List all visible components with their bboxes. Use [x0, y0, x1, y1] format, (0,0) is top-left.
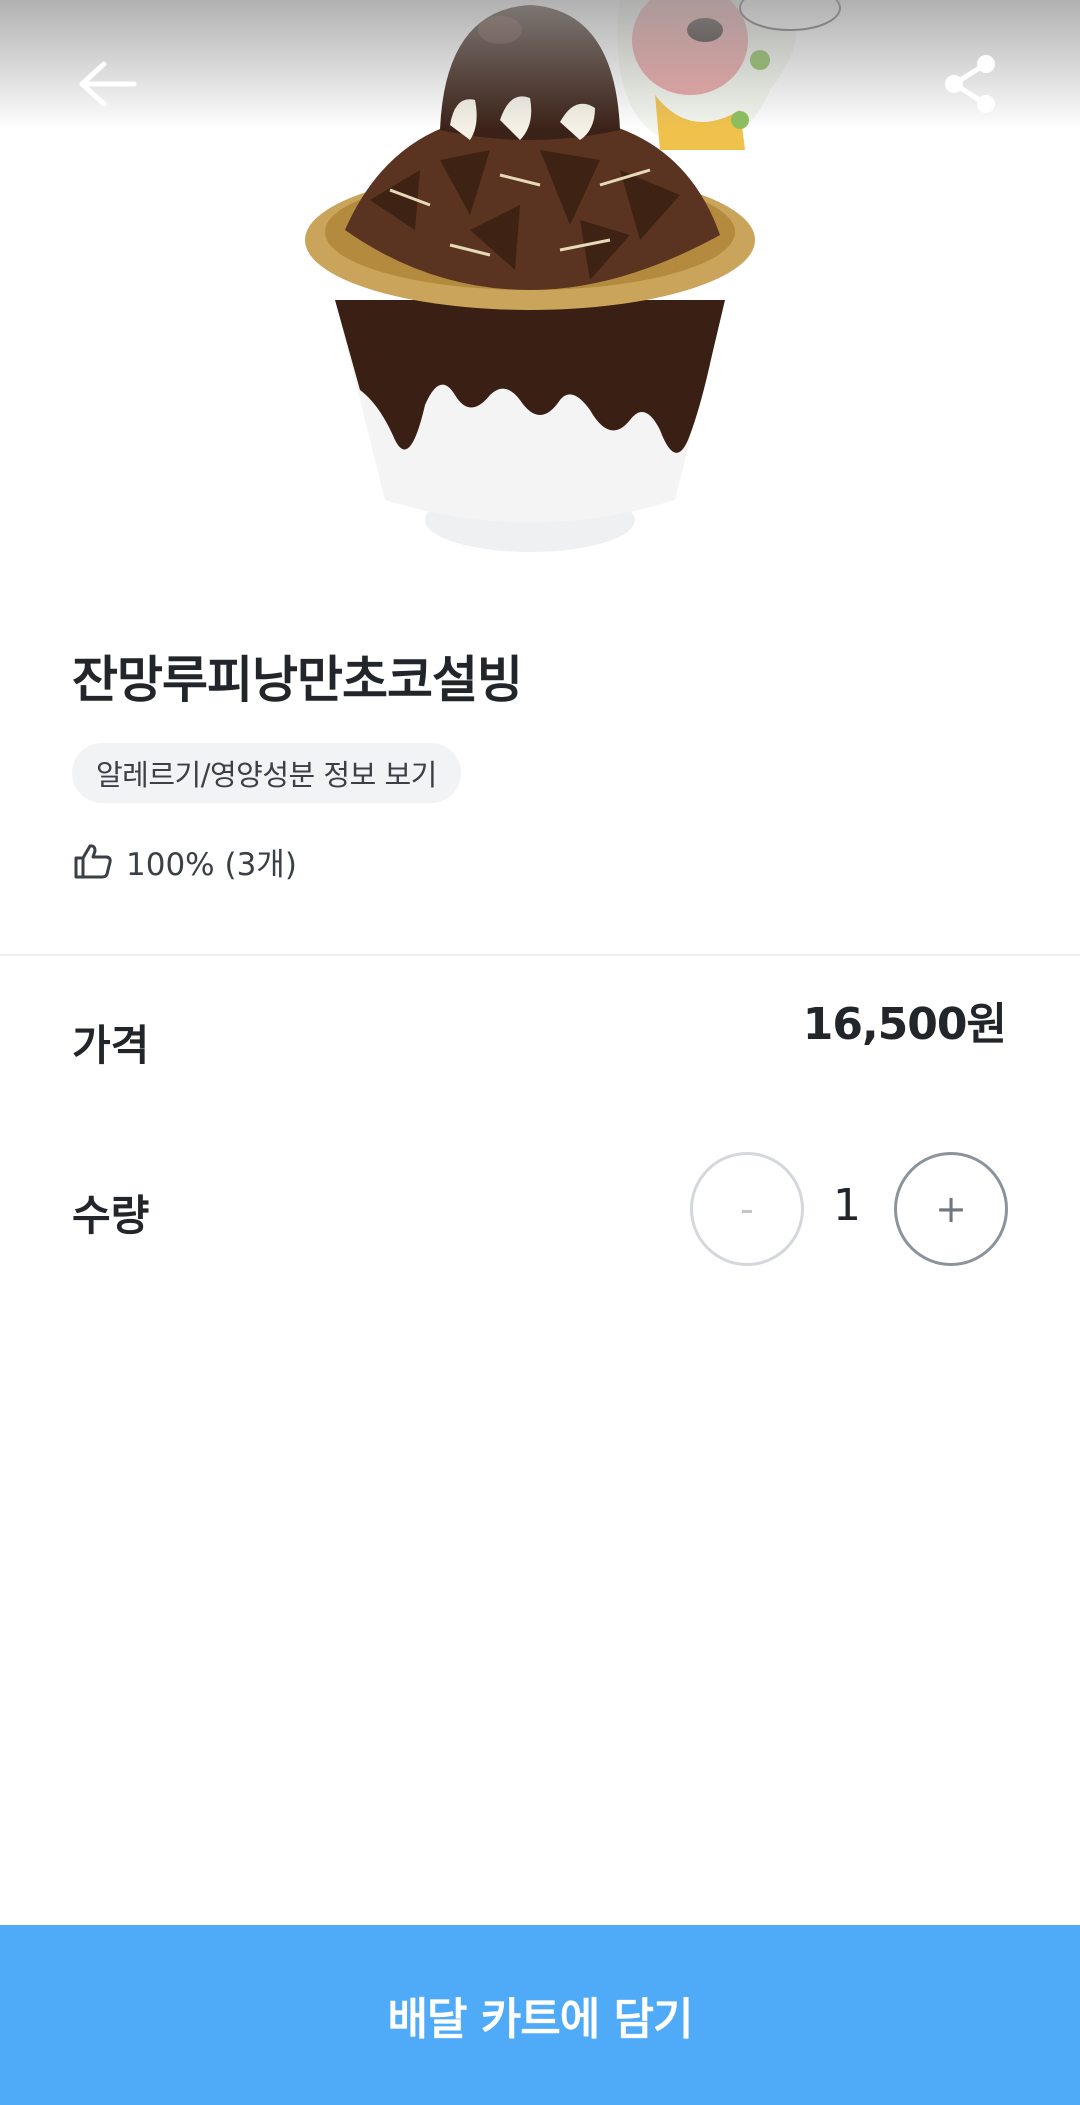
product-image	[0, 0, 1080, 580]
add-to-cart-button[interactable]: 배달 카트에 담기	[0, 1925, 1080, 2105]
arrow-left-icon	[79, 61, 137, 107]
section-divider	[0, 954, 1080, 956]
product-title: 잔망루피낭만초코설빙	[72, 651, 523, 709]
rating: 100% (3개)	[74, 836, 297, 886]
share-icon	[945, 55, 995, 113]
rating-text: 100% (3개)	[126, 846, 297, 883]
minus-icon: -	[740, 1187, 754, 1231]
plus-icon: +	[935, 1187, 967, 1231]
back-button[interactable]	[68, 44, 148, 124]
price-label: 가격	[72, 1021, 150, 1070]
price-value: 16,500원	[802, 999, 1007, 1050]
share-button[interactable]	[930, 44, 1010, 124]
allergy-nutrition-info-button[interactable]: 알레르기/영양성분 정보 보기	[72, 743, 461, 803]
product-detail-screen: 잔망루피낭만초코설빙 알레르기/영양성분 정보 보기 100% (3개) 가격 …	[0, 0, 1080, 2105]
quantity-value: 1	[833, 1180, 861, 1231]
quantity-label: 수량	[72, 1191, 150, 1240]
thumbs-up-icon	[74, 844, 112, 879]
hero-gradient	[0, 0, 1080, 130]
quantity-decrease-button[interactable]: -	[690, 1152, 804, 1266]
quantity-increase-button[interactable]: +	[894, 1152, 1008, 1266]
